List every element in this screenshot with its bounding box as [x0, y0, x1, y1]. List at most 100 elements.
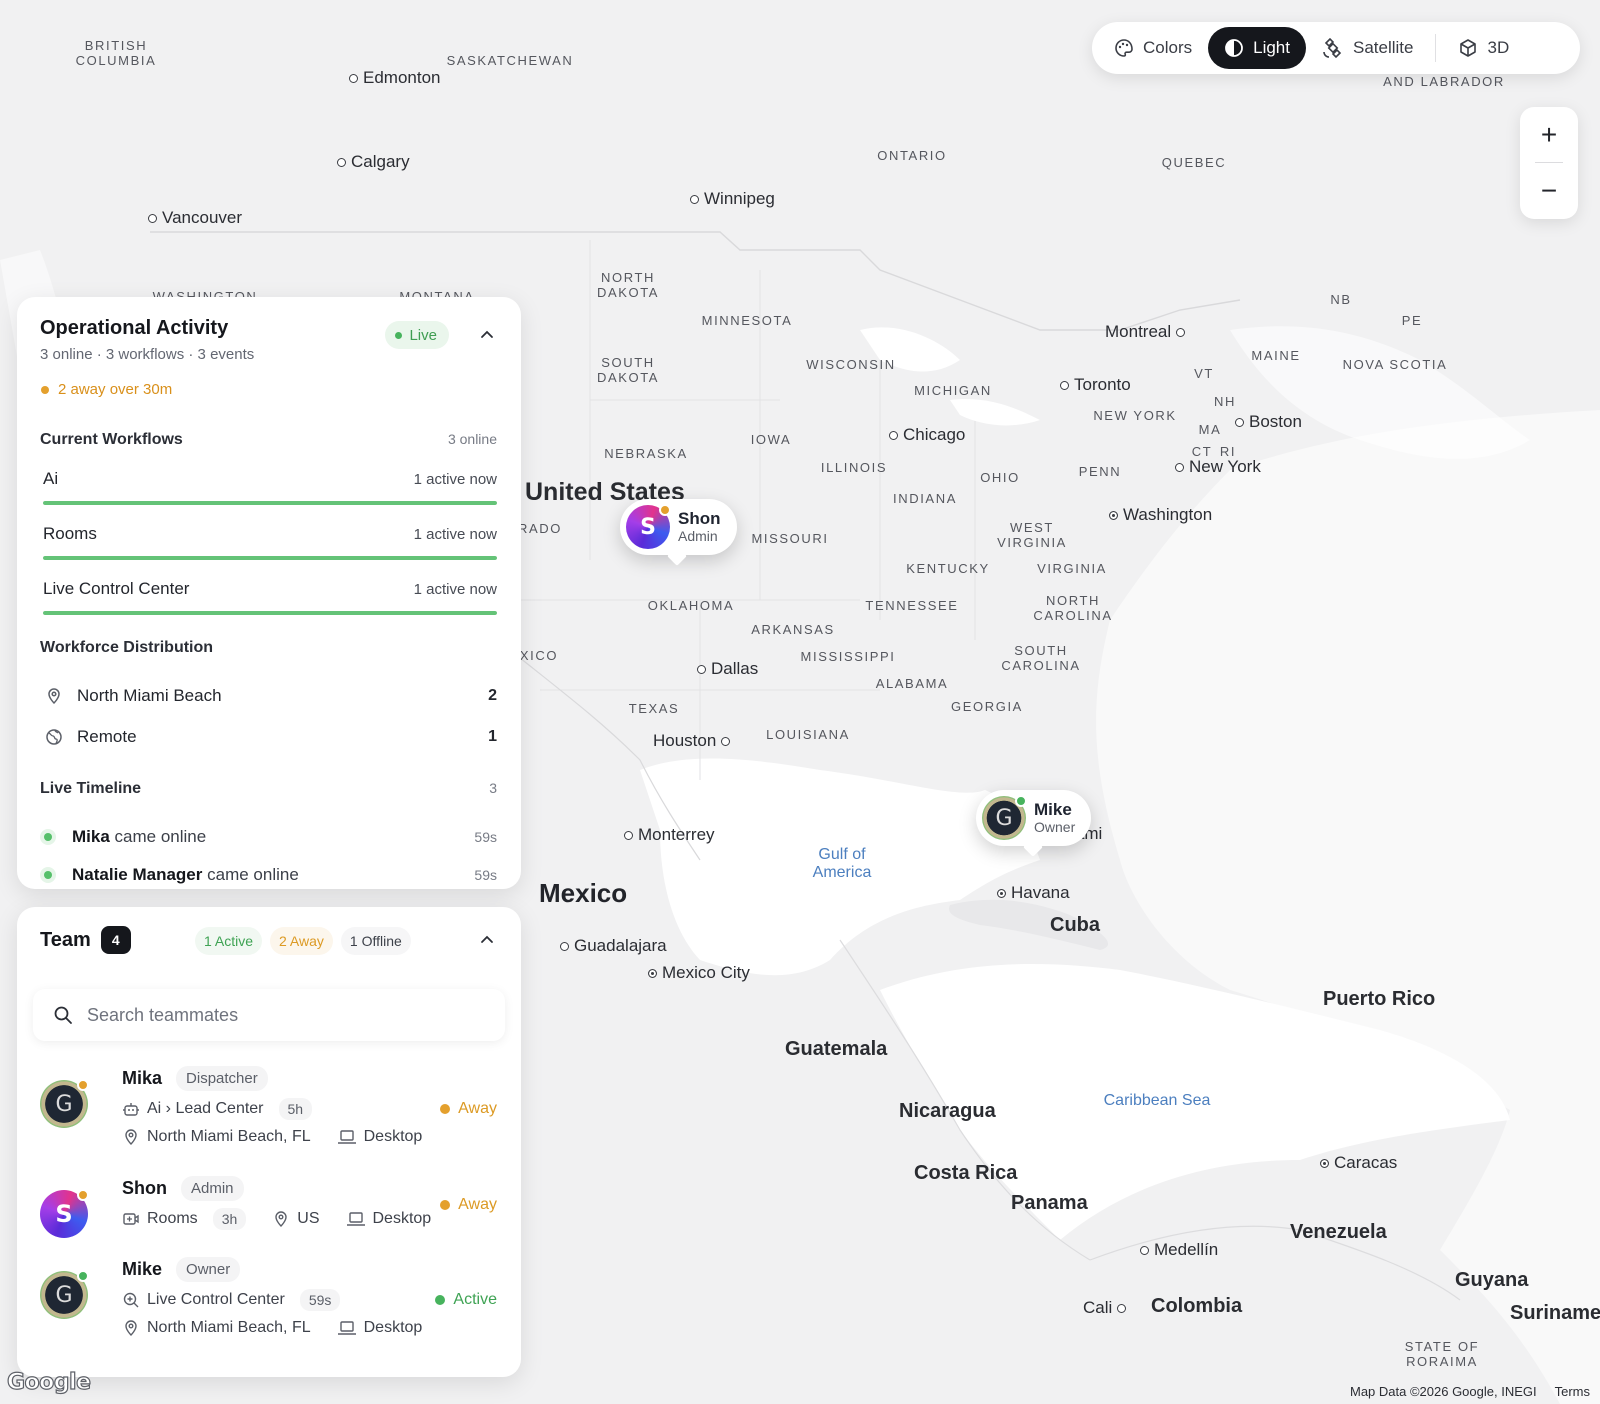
search-box: [33, 989, 505, 1041]
filter-offline[interactable]: 1 Offline: [340, 927, 411, 955]
workflow-item[interactable]: Ai 1 active now: [43, 469, 497, 509]
member-status: Away: [440, 1100, 497, 1118]
map-city-label[interactable]: Houston: [653, 731, 731, 751]
team-title: Team: [40, 928, 91, 951]
map-city-label[interactable]: Monterrey: [624, 825, 715, 845]
avatar: S: [626, 504, 671, 549]
away-dot: [41, 385, 49, 394]
live-badge: Live: [385, 321, 449, 349]
map-city-label[interactable]: Washington: [1109, 505, 1212, 525]
status-dot: [435, 1295, 446, 1305]
collapse-button[interactable]: [473, 321, 501, 349]
globe-icon: [43, 726, 65, 748]
city-marker-icon: [1140, 1245, 1149, 1255]
team-panel: Team 4 1 Active 2 Away 1 Offline G Mika …: [17, 907, 521, 1377]
progress-fill: [43, 556, 497, 560]
status-dot: [440, 1200, 451, 1210]
status-dot: [1015, 795, 1027, 807]
status-dot: [77, 1079, 89, 1091]
collapse-button[interactable]: [473, 926, 501, 954]
team-member-mike[interactable]: G Mike Owner Live Control Center 59s Nor…: [40, 1253, 497, 1336]
map-city-label[interactable]: Toronto: [1060, 375, 1131, 395]
member-workflow: Rooms: [147, 1210, 198, 1227]
pin-role: Owner: [1034, 819, 1076, 835]
workflow-item[interactable]: Rooms 1 active now: [43, 524, 497, 564]
member-device: Desktop: [363, 1319, 423, 1336]
city-marker-icon: [1117, 1303, 1127, 1313]
zoom-out-button[interactable]: −: [1520, 163, 1578, 218]
workflow-progress-bar: [43, 501, 497, 505]
map-country-label: Cuba: [1050, 914, 1100, 936]
avatar: S: [40, 1189, 89, 1238]
map-pin-shon[interactable]: S Shon Admin: [620, 499, 737, 555]
map-country-label: Guyana: [1455, 1269, 1529, 1291]
team-member-mika[interactable]: G Mika Dispatcher Ai › Lead Center 5h No…: [40, 1062, 497, 1145]
filter-away[interactable]: 2 Away: [270, 927, 333, 955]
member-role: Owner: [176, 1257, 241, 1282]
member-duration: 5h: [278, 1098, 313, 1120]
map-city-label[interactable]: Winnipeg: [690, 189, 775, 209]
laptop-icon: [346, 1212, 365, 1226]
progress-fill: [43, 501, 497, 505]
satellite-button[interactable]: Satellite: [1306, 27, 1429, 69]
map-pin-mike[interactable]: G Mike Owner: [976, 790, 1092, 846]
city-marker-icon: [997, 888, 1006, 898]
dist-item-north-miami-beach[interactable]: North Miami Beach 2: [43, 682, 497, 710]
location-pin-icon: [125, 1320, 137, 1336]
map-city-label[interactable]: Cali: [1083, 1298, 1127, 1318]
member-status: Away: [440, 1196, 497, 1214]
map-city-label[interactable]: Edmonton: [349, 68, 441, 88]
member-role: Admin: [181, 1176, 244, 1201]
online-dot: [44, 871, 52, 879]
workflow-item[interactable]: Live Control Center 1 active now: [43, 579, 497, 619]
map-country-label: Guatemala: [785, 1038, 888, 1060]
member-status: Active: [435, 1291, 497, 1309]
map-region-label: SASKATCHEWAN: [446, 53, 574, 68]
map-city-label[interactable]: Mexico City: [648, 963, 750, 983]
city-marker-icon: [1176, 327, 1186, 337]
robot-icon: [123, 1103, 139, 1116]
map-city-label[interactable]: Boston: [1235, 412, 1302, 432]
light-button[interactable]: Light: [1208, 27, 1306, 69]
map-city-label[interactable]: Medellín: [1140, 1240, 1218, 1260]
pin-name: Shon: [678, 509, 721, 528]
city-marker-icon: [690, 194, 699, 204]
3d-button[interactable]: 3D: [1442, 27, 1525, 69]
city-marker-icon: [349, 73, 358, 83]
dist-item-remote[interactable]: Remote 1: [43, 723, 497, 751]
workflow-progress-bar: [43, 556, 497, 560]
cube-icon: [1460, 39, 1477, 57]
map-city-label[interactable]: Caracas: [1320, 1153, 1397, 1173]
map-city-label[interactable]: Guadalajara: [560, 936, 667, 956]
map-city-label[interactable]: New York: [1175, 457, 1261, 477]
city-marker-icon: [1175, 462, 1184, 472]
colors-button[interactable]: Colors: [1098, 27, 1208, 69]
laptop-icon: [337, 1130, 356, 1144]
map-country-label: Mexico: [539, 878, 628, 908]
map-city-label[interactable]: Vancouver: [148, 208, 242, 228]
map-city-label[interactable]: Dallas: [697, 659, 758, 679]
map-city-label[interactable]: Calgary: [337, 152, 410, 172]
filter-active[interactable]: 1 Active: [195, 927, 263, 955]
map-region-label: KENTUCKY: [906, 561, 990, 576]
map-region-label: AND LABRADOR: [1383, 74, 1505, 89]
member-device: Desktop: [372, 1210, 432, 1227]
map-city-label[interactable]: Chicago: [889, 425, 965, 445]
city-marker-icon: [1235, 417, 1244, 427]
satellite-icon: [1323, 37, 1342, 59]
map-region-label: PENN: [1078, 464, 1122, 479]
zoom-in-button[interactable]: +: [1520, 107, 1578, 162]
map-city-label[interactable]: Havana: [997, 883, 1070, 903]
map-country-label: Nicaragua: [899, 1100, 996, 1122]
status-filters: 1 Active 2 Away 1 Offline: [195, 927, 411, 955]
search-input[interactable]: [87, 1004, 467, 1026]
workflow-status: 1 active now: [413, 581, 497, 598]
terms-link[interactable]: Terms: [1555, 1384, 1590, 1399]
timeline-heading: Live Timeline 3: [40, 780, 497, 797]
team-member-shon[interactable]: S Shon Admin Rooms 3h US Desktop Away: [40, 1172, 497, 1252]
map-city-label[interactable]: Montreal: [1105, 322, 1186, 342]
away-alert[interactable]: 2 away over 30m: [41, 381, 172, 398]
member-duration: 3h: [212, 1208, 247, 1230]
chevron-up-icon: [481, 935, 493, 943]
operational-activity-panel: Operational Activity 3 online · 3 workfl…: [17, 297, 521, 889]
